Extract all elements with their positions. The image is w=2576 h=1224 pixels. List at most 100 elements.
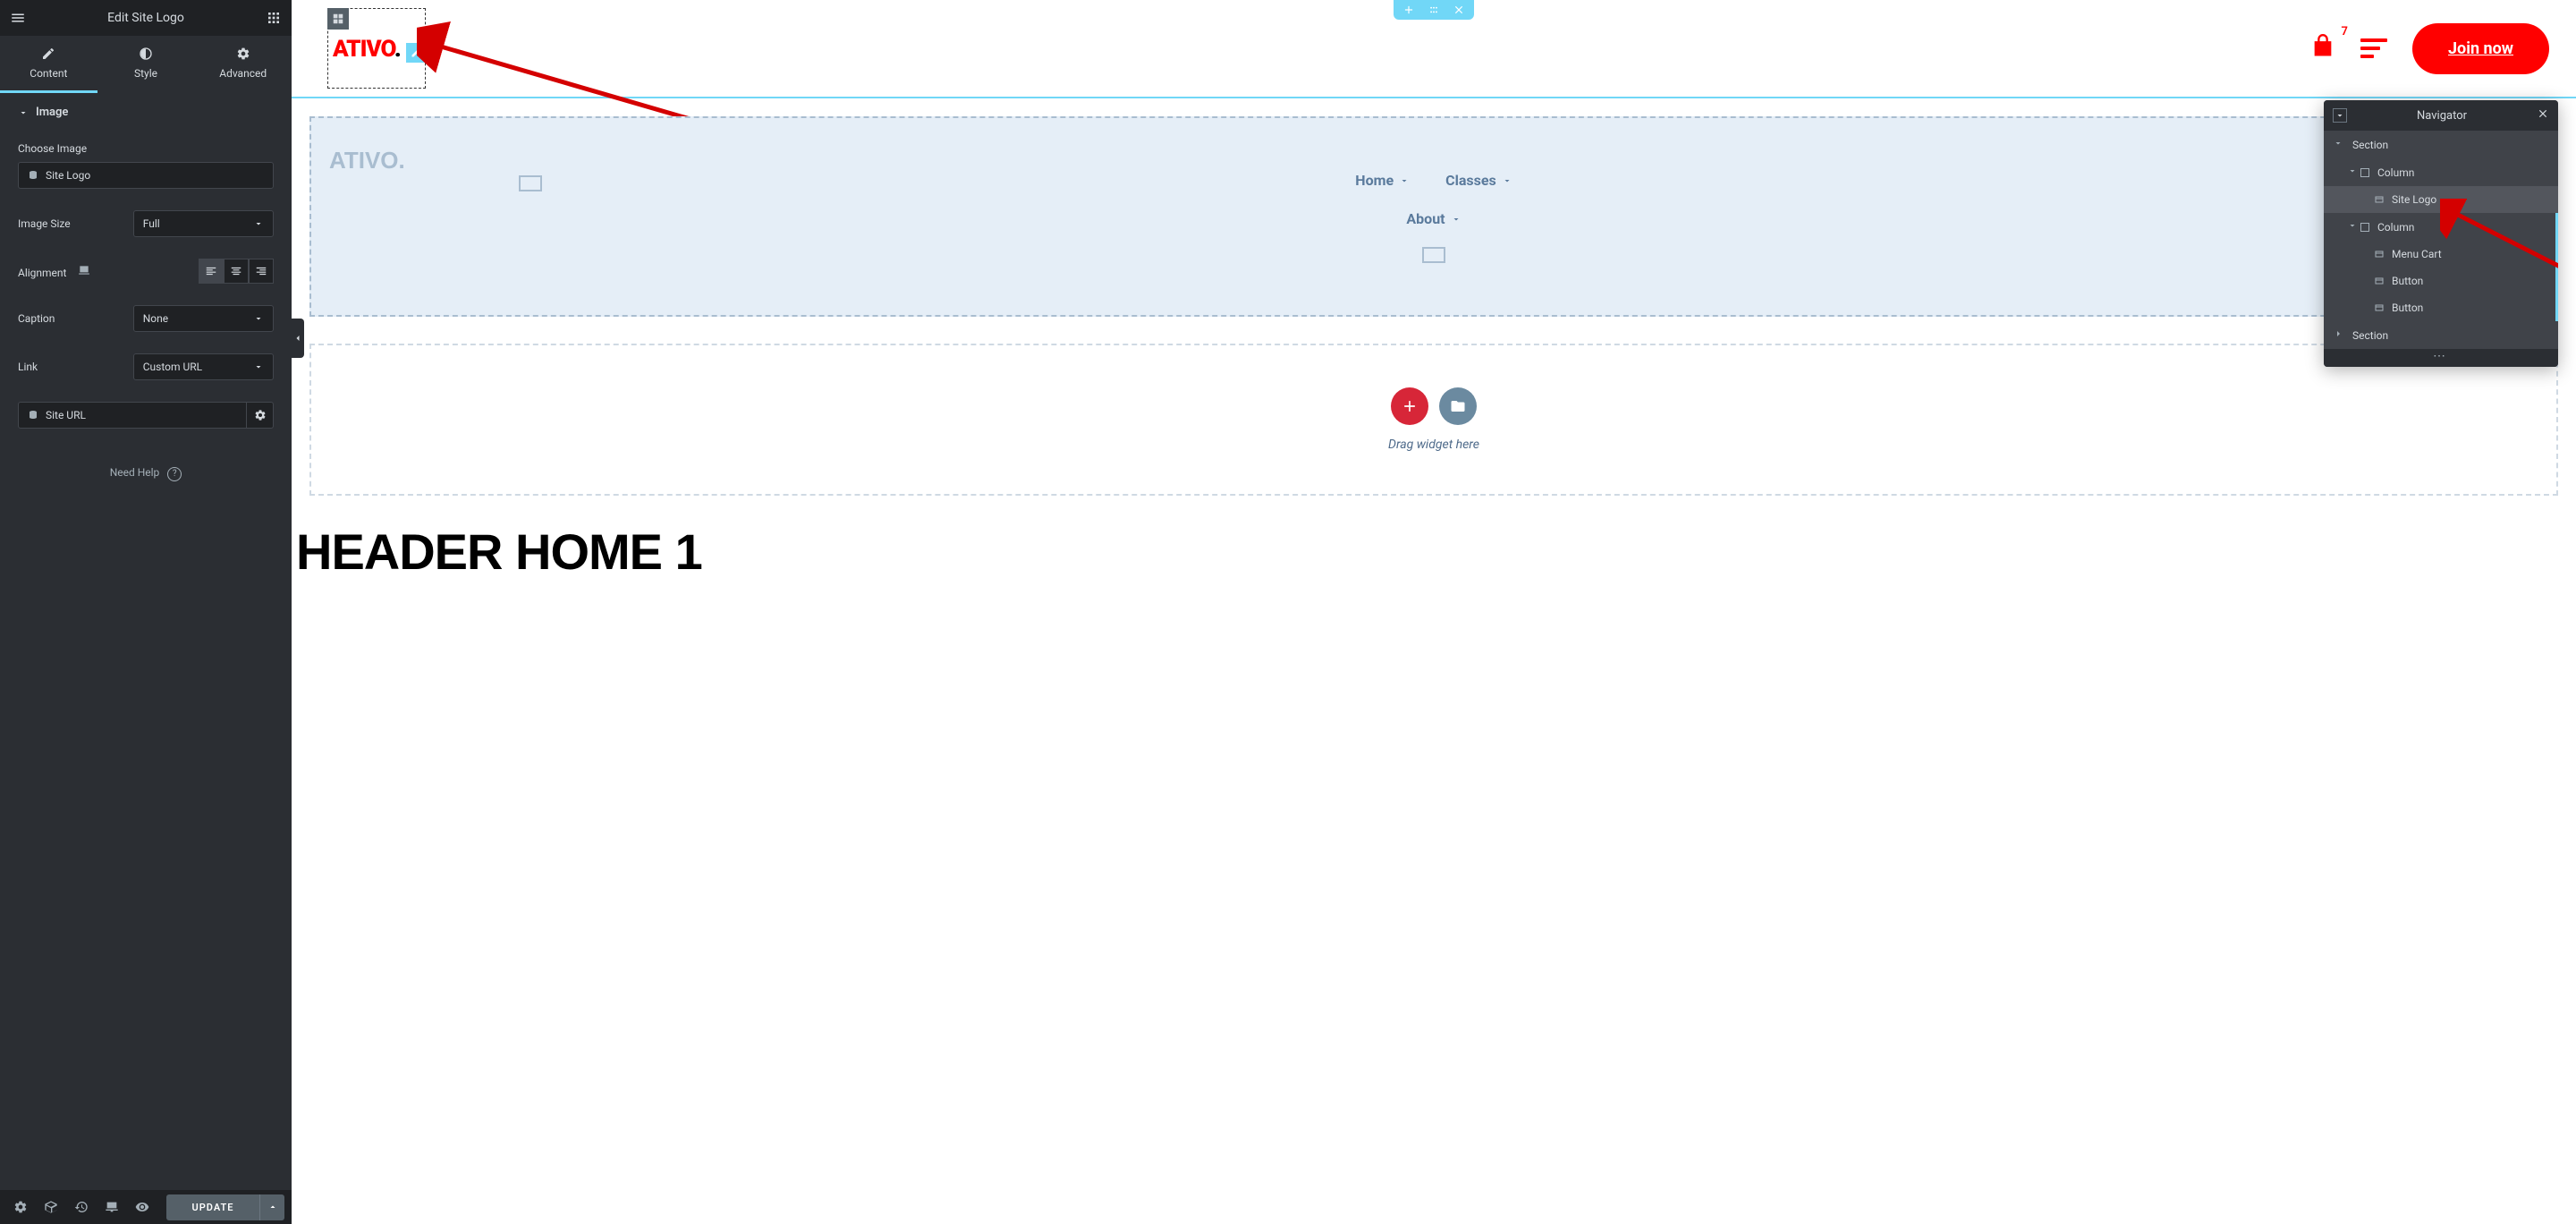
navigator-item[interactable]: Button (2324, 294, 2558, 321)
url-options-button[interactable] (247, 402, 274, 429)
need-help-link[interactable]: Need Help ? (18, 439, 274, 508)
section-actions (1394, 0, 1474, 20)
navigator-item[interactable]: Column (2324, 158, 2558, 186)
editor-canvas: ATIVO. 7 Join now ATIVO. 7 (292, 0, 2576, 1224)
edit-widget-handle[interactable] (406, 43, 426, 63)
update-button[interactable]: UPDATE (166, 1194, 259, 1220)
navigator-item-label: Section (2352, 329, 2388, 342)
image-size-label: Image Size (18, 217, 133, 230)
cart-button[interactable]: 7 (2310, 34, 2335, 63)
preview-header-block: ATIVO. 7 Membership Shop Home Classes Ab… (309, 116, 2558, 317)
editor-sidebar: Edit Site Logo Content Style Advanced Im… (0, 0, 292, 1224)
header-right: 7 Join now (2310, 23, 2549, 74)
hamburger-icon[interactable] (9, 9, 27, 27)
drag-section-handle[interactable] (1426, 2, 1442, 18)
preview-button[interactable] (129, 1194, 156, 1220)
element-type-icon (2374, 302, 2385, 313)
sidebar-tabs: Content Style Advanced (0, 36, 292, 93)
caret-icon (2347, 220, 2360, 234)
cart-count-badge: 7 (2342, 25, 2348, 38)
navigator-item-label: Section (2352, 139, 2388, 151)
menu-item-classes[interactable]: Classes (1435, 165, 1523, 196)
apps-grid-icon[interactable] (265, 9, 283, 27)
menu-toggle-button[interactable] (2360, 38, 2387, 58)
navigator-item[interactable]: Section (2324, 321, 2558, 349)
panel-body: Image Choose Image Site Logo Image Size … (0, 93, 292, 1190)
align-center-button[interactable] (224, 259, 249, 284)
link-label: Link (18, 361, 133, 373)
tab-content[interactable]: Content (0, 36, 97, 93)
widget-dropzone[interactable]: Drag widget here (309, 344, 2558, 496)
navigator-item-label: Site Logo (2392, 193, 2436, 206)
database-icon (28, 170, 38, 181)
navigator-item[interactable]: Site Logo (2324, 186, 2558, 213)
caret-icon (2333, 328, 2345, 342)
caption-select[interactable]: None (133, 305, 274, 332)
choose-image-label: Choose Image (18, 142, 274, 155)
navigator-item[interactable]: Section (2324, 131, 2558, 158)
navigator-item[interactable]: Column (2324, 213, 2558, 241)
template-library-button[interactable] (1439, 387, 1477, 425)
navigator-item[interactable]: Menu Cart (2324, 241, 2558, 268)
tab-style[interactable]: Style (97, 36, 195, 93)
help-icon: ? (167, 467, 182, 481)
sidebar-header: Edit Site Logo (0, 0, 292, 36)
alignment-label: Alignment (18, 264, 199, 279)
header-section[interactable]: ATIVO. 7 Join now (292, 0, 2576, 98)
choose-image-input[interactable]: Site Logo (18, 162, 274, 189)
tab-advanced[interactable]: Advanced (194, 36, 292, 93)
element-type-icon (2360, 167, 2370, 178)
navigator-close-button[interactable] (2537, 107, 2549, 123)
column-handle-icon[interactable] (327, 8, 349, 30)
site-logo: ATIVO. (333, 35, 401, 63)
section-image-header[interactable]: Image (18, 93, 274, 132)
alignment-group (199, 259, 274, 284)
navigator-item[interactable]: Button (2324, 268, 2558, 294)
delete-section-button[interactable] (1451, 2, 1467, 18)
preview-logo: ATIVO. (329, 147, 405, 174)
preview-nav-menu: Home Classes (338, 136, 2529, 196)
page-title: Header Home 1 (292, 523, 2576, 581)
history-button[interactable] (68, 1194, 95, 1220)
add-widget-button[interactable] (1391, 387, 1428, 425)
placeholder-box (1422, 247, 1445, 263)
navigator-item-label: Column (2377, 221, 2414, 234)
settings-button[interactable] (7, 1194, 34, 1220)
image-size-select[interactable]: Full (133, 210, 274, 237)
placeholder-box (519, 175, 542, 191)
align-right-button[interactable] (249, 259, 274, 284)
url-input[interactable]: Site URL (18, 402, 247, 429)
desktop-icon[interactable] (78, 264, 90, 276)
update-more-button[interactable] (259, 1194, 284, 1220)
add-section-button[interactable] (1401, 2, 1417, 18)
element-type-icon (2374, 276, 2385, 286)
menu-item-about[interactable]: About (1395, 203, 1471, 234)
element-type-icon (2374, 249, 2385, 259)
caret-icon (2347, 166, 2360, 179)
navigator-item-label: Menu Cart (2392, 248, 2442, 260)
database-icon (28, 410, 38, 421)
caption-label: Caption (18, 312, 133, 325)
join-now-button[interactable]: Join now (2412, 23, 2549, 74)
element-type-icon (2360, 222, 2370, 233)
element-type-icon (2374, 194, 2385, 205)
navigator-item-label: Column (2377, 166, 2414, 179)
navigator-body: Section Column Site Logo Column Menu Cart But… (2324, 131, 2558, 349)
dropzone-text: Drag widget here (1388, 438, 1479, 452)
sidebar-title: Edit Site Logo (27, 11, 265, 25)
collapse-sidebar-handle[interactable] (292, 319, 304, 358)
navigator-panel: Navigator Section Column Site Logo Column Me… (2324, 100, 2558, 367)
navigator-item-label: Button (2392, 275, 2423, 287)
sidebar-footer: UPDATE (0, 1190, 292, 1224)
menu-item-home[interactable]: Home (1344, 165, 1420, 196)
caret-icon (2333, 138, 2345, 151)
navigator-collapse-icon[interactable] (2333, 108, 2347, 123)
navigator-resize-handle[interactable]: ⋯ (2324, 349, 2558, 367)
navigator-header[interactable]: Navigator (2324, 100, 2558, 131)
revisions-button[interactable] (38, 1194, 64, 1220)
align-left-button[interactable] (199, 259, 224, 284)
logo-column[interactable]: ATIVO. (327, 8, 426, 89)
link-select[interactable]: Custom URL (133, 353, 274, 380)
responsive-button[interactable] (98, 1194, 125, 1220)
navigator-item-label: Button (2392, 302, 2423, 314)
